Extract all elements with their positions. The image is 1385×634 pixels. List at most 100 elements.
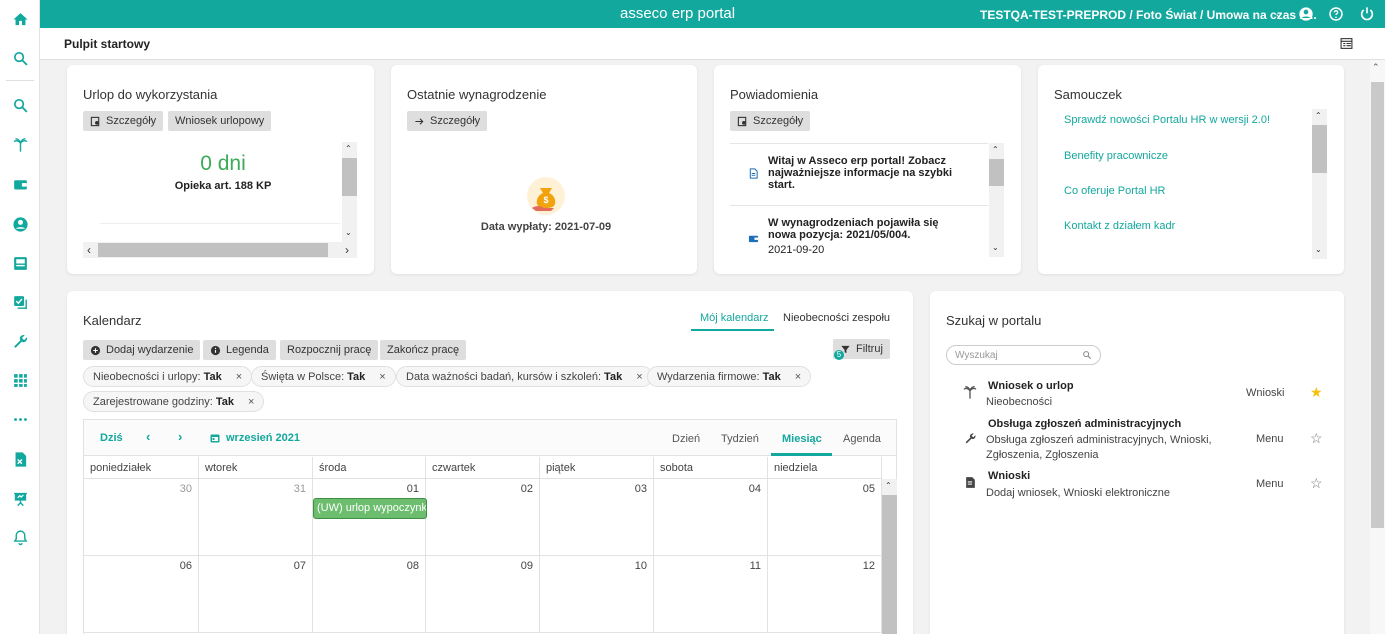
day-cell[interactable]: 12 — [768, 556, 882, 633]
search-icon[interactable] — [10, 48, 30, 68]
day-cell[interactable]: 05 — [768, 479, 882, 556]
close-icon[interactable]: × — [795, 371, 801, 383]
notification-date: 2021-09-20 — [768, 244, 825, 256]
view-day-tab[interactable]: Dzień — [672, 433, 700, 445]
wrench-icon[interactable] — [10, 331, 30, 351]
notifications-card: Powiadomienia Szczegóły Witaj w Asseco e… — [714, 65, 1021, 274]
scroll-up-icon[interactable]: ⌃ — [1372, 62, 1380, 73]
svg-text:$: $ — [543, 195, 548, 205]
account-icon[interactable] — [1298, 6, 1314, 22]
help-icon[interactable] — [1328, 6, 1344, 22]
search-input[interactable]: Wyszukaj — [946, 345, 1101, 365]
prev-month-button[interactable]: ‹ — [146, 429, 150, 444]
day-cell[interactable]: 09 — [426, 556, 540, 633]
legend-button[interactable]: Legenda — [203, 340, 276, 360]
current-month[interactable]: wrzesień 2021 — [226, 432, 300, 444]
filter-chip[interactable]: Zarejestrowane godziny: Tak × — [83, 391, 265, 412]
star-filled-icon[interactable]: ★ — [1310, 384, 1323, 401]
close-icon[interactable]: × — [248, 396, 254, 408]
day-cell[interactable]: 08 — [313, 556, 426, 633]
filter-chip[interactable]: Data ważności badań, kursów i szkoleń: Ta… — [396, 366, 653, 387]
result-title[interactable]: Wnioski — [988, 470, 1030, 482]
tutorial-link[interactable]: Sprawdź nowości Portalu HR w wersji 2.0! — [1064, 114, 1270, 126]
start-work-button[interactable]: Rozpocznij pracę — [280, 340, 379, 360]
notification-item[interactable]: Witaj w Asseco erp portal! Zobacz najważ… — [768, 155, 968, 191]
today-button[interactable]: Dziś — [100, 432, 123, 444]
calendar-vscroll[interactable]: ⌃ — [882, 479, 897, 634]
apps-icon[interactable] — [10, 370, 30, 390]
tutorial-vscroll[interactable]: ⌃ ⌄ — [1312, 109, 1327, 259]
top-bar: asseco erp portal TESTQA-TEST-PREPROD / … — [40, 0, 1385, 28]
tutorial-link[interactable]: Co oferuje Portal HR — [1064, 185, 1166, 197]
tab-my-calendar[interactable]: Mój kalendarz — [700, 312, 768, 324]
day-cell[interactable]: 06 — [84, 556, 199, 633]
day-cell[interactable]: 03 — [540, 479, 654, 556]
result-title[interactable]: Obsługa zgłoszeń administracyjnych — [988, 418, 1181, 430]
approval-icon[interactable] — [10, 292, 30, 312]
day-cell[interactable]: 07 — [199, 556, 313, 633]
card-title: Szukaj w portalu — [946, 313, 1042, 328]
home-icon[interactable] — [10, 9, 30, 29]
result-subtitle: Obsługa zgłoszeń administracyjnych, Wnio… — [986, 434, 1212, 461]
presentation-icon[interactable] — [10, 488, 30, 508]
wallet-icon[interactable] — [10, 174, 30, 194]
filter-chip[interactable]: Wydarzenia firmowe: Tak × — [647, 366, 812, 387]
document-icon — [749, 168, 758, 179]
day-cell[interactable]: 30 — [84, 479, 199, 556]
close-icon[interactable]: × — [636, 371, 642, 383]
filter-chip[interactable]: Święta w Polsce: Tak × — [251, 366, 396, 387]
notifications-vscroll[interactable]: ⌃ ⌄ — [989, 143, 1004, 257]
day-cell[interactable]: 31 — [199, 479, 313, 556]
more-icon[interactable] — [10, 409, 30, 429]
details-button[interactable]: Szczegóły — [83, 111, 164, 131]
chevron-down-icon[interactable]: ⌄ — [1274, 7, 1283, 20]
day-cell[interactable]: 04 — [654, 479, 768, 556]
vacation-vscroll[interactable]: ⌃ ⌄ — [342, 142, 357, 242]
tab-team-absences[interactable]: Nieobecności zespołu — [783, 312, 890, 324]
vacation-card: Urlop do wykorzystania Szczegóły Wniosek… — [67, 65, 374, 274]
notification-item[interactable]: W wynagrodzeniach pojawiła się nowa pozy… — [768, 217, 968, 241]
inbox-icon[interactable] — [10, 253, 30, 273]
tutorial-link[interactable]: Benefity pracownicze — [1064, 150, 1168, 162]
palm-tree-icon[interactable] — [10, 134, 30, 154]
day-cell[interactable]: 10 — [540, 556, 654, 633]
weekday-header: sobota — [654, 457, 768, 479]
filter-chip[interactable]: Nieobecności i urlopy: Tak × — [83, 366, 253, 387]
tutorial-link[interactable]: Kontakt z działem kadr — [1064, 220, 1175, 232]
calendar-event[interactable]: (UW) urlop wypoczynkowy — [313, 498, 427, 519]
vacation-hscroll[interactable]: ‹ › — [83, 242, 357, 258]
wallet-icon — [748, 235, 759, 243]
search-icon[interactable] — [10, 95, 30, 115]
next-month-button[interactable]: › — [178, 429, 182, 444]
vacation-request-button[interactable]: Wniosek urlopowy — [168, 111, 272, 131]
day-cell[interactable]: 11 — [654, 556, 768, 633]
result-category: Wnioski — [1246, 387, 1285, 399]
end-work-button[interactable]: Zakończ pracę — [380, 340, 467, 360]
details-button[interactable]: Szczegóły — [407, 111, 488, 131]
layout-settings-icon[interactable] — [1340, 37, 1353, 50]
xls-icon[interactable] — [10, 449, 30, 469]
power-icon[interactable] — [1359, 6, 1375, 22]
day-cell[interactable]: 02 — [426, 479, 540, 556]
star-outline-icon[interactable]: ☆ — [1310, 430, 1323, 447]
left-nav-rail — [0, 0, 40, 634]
star-outline-icon[interactable]: ☆ — [1310, 475, 1323, 492]
context-selector[interactable]: TESTQA-TEST-PREPROD / Foto Świat / Umowa… — [980, 8, 1317, 22]
user-icon[interactable] — [10, 214, 30, 234]
search-icon[interactable] — [1082, 350, 1092, 360]
vacation-type-label: Opieka art. 188 KP — [174, 180, 272, 192]
close-icon[interactable]: × — [379, 371, 385, 383]
result-subtitle: Nieobecności — [986, 396, 1053, 408]
details-button[interactable]: Szczegóły — [730, 111, 811, 131]
palm-tree-icon — [963, 386, 977, 399]
page-scrollbar[interactable]: ⌃ — [1370, 60, 1385, 634]
calendar-icon[interactable] — [209, 432, 221, 444]
view-agenda-tab[interactable]: Agenda — [843, 433, 881, 445]
close-icon[interactable]: × — [236, 371, 242, 383]
card-title: Kalendarz — [83, 313, 142, 328]
view-week-tab[interactable]: Tydzień — [721, 433, 759, 445]
bell-icon[interactable] — [10, 527, 30, 547]
view-month-tab[interactable]: Miesiąc — [782, 433, 822, 445]
result-title[interactable]: Wniosek o urlop — [988, 380, 1074, 392]
add-event-button[interactable]: Dodaj wydarzenie — [83, 340, 201, 360]
